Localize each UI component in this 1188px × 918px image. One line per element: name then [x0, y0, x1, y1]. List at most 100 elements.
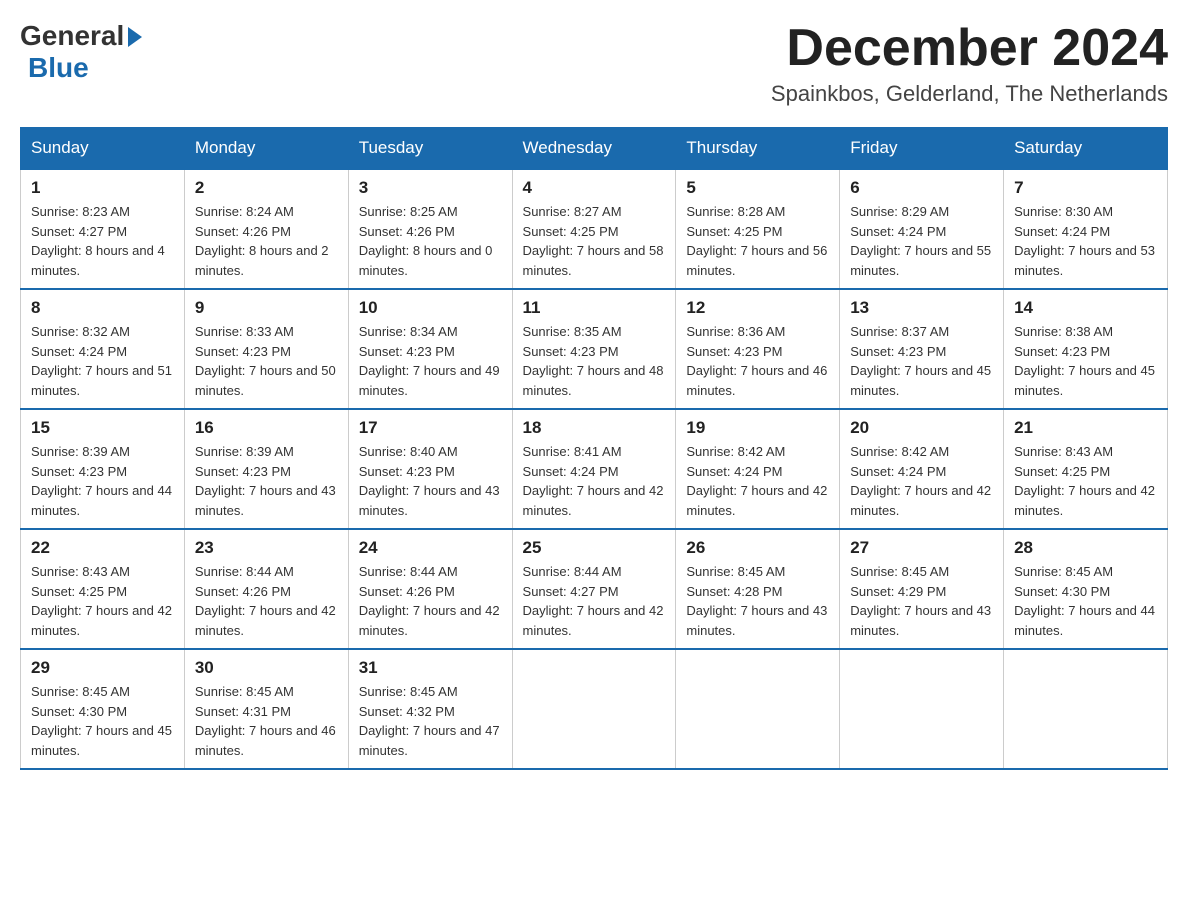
calendar-day-cell: 24 Sunrise: 8:44 AMSunset: 4:26 PMDaylig…: [348, 529, 512, 649]
day-info: Sunrise: 8:29 AMSunset: 4:24 PMDaylight:…: [850, 204, 991, 278]
calendar-day-cell: 5 Sunrise: 8:28 AMSunset: 4:25 PMDayligh…: [676, 169, 840, 289]
calendar-header-row: SundayMondayTuesdayWednesdayThursdayFrid…: [21, 128, 1168, 170]
calendar-day-cell: 14 Sunrise: 8:38 AMSunset: 4:23 PMDaylig…: [1004, 289, 1168, 409]
day-info: Sunrise: 8:45 AMSunset: 4:30 PMDaylight:…: [1014, 564, 1155, 638]
day-header-wednesday: Wednesday: [512, 128, 676, 170]
day-info: Sunrise: 8:36 AMSunset: 4:23 PMDaylight:…: [686, 324, 827, 398]
day-header-tuesday: Tuesday: [348, 128, 512, 170]
calendar-day-cell: 19 Sunrise: 8:42 AMSunset: 4:24 PMDaylig…: [676, 409, 840, 529]
calendar-week-row: 8 Sunrise: 8:32 AMSunset: 4:24 PMDayligh…: [21, 289, 1168, 409]
day-info: Sunrise: 8:40 AMSunset: 4:23 PMDaylight:…: [359, 444, 500, 518]
day-number: 19: [686, 418, 829, 438]
day-info: Sunrise: 8:23 AMSunset: 4:27 PMDaylight:…: [31, 204, 165, 278]
day-header-thursday: Thursday: [676, 128, 840, 170]
day-info: Sunrise: 8:41 AMSunset: 4:24 PMDaylight:…: [523, 444, 664, 518]
day-info: Sunrise: 8:42 AMSunset: 4:24 PMDaylight:…: [850, 444, 991, 518]
day-number: 31: [359, 658, 502, 678]
day-number: 8: [31, 298, 174, 318]
calendar-day-cell: 3 Sunrise: 8:25 AMSunset: 4:26 PMDayligh…: [348, 169, 512, 289]
calendar-empty-cell: [676, 649, 840, 769]
calendar-day-cell: 27 Sunrise: 8:45 AMSunset: 4:29 PMDaylig…: [840, 529, 1004, 649]
title-section: December 2024 Spainkbos, Gelderland, The…: [771, 20, 1168, 107]
day-number: 9: [195, 298, 338, 318]
day-number: 29: [31, 658, 174, 678]
day-number: 18: [523, 418, 666, 438]
calendar-day-cell: 2 Sunrise: 8:24 AMSunset: 4:26 PMDayligh…: [184, 169, 348, 289]
calendar-empty-cell: [512, 649, 676, 769]
day-info: Sunrise: 8:32 AMSunset: 4:24 PMDaylight:…: [31, 324, 172, 398]
day-info: Sunrise: 8:35 AMSunset: 4:23 PMDaylight:…: [523, 324, 664, 398]
day-info: Sunrise: 8:28 AMSunset: 4:25 PMDaylight:…: [686, 204, 827, 278]
day-number: 7: [1014, 178, 1157, 198]
day-info: Sunrise: 8:43 AMSunset: 4:25 PMDaylight:…: [31, 564, 172, 638]
calendar-day-cell: 25 Sunrise: 8:44 AMSunset: 4:27 PMDaylig…: [512, 529, 676, 649]
day-number: 4: [523, 178, 666, 198]
calendar-day-cell: 30 Sunrise: 8:45 AMSunset: 4:31 PMDaylig…: [184, 649, 348, 769]
day-info: Sunrise: 8:45 AMSunset: 4:30 PMDaylight:…: [31, 684, 172, 758]
calendar-day-cell: 22 Sunrise: 8:43 AMSunset: 4:25 PMDaylig…: [21, 529, 185, 649]
calendar-week-row: 22 Sunrise: 8:43 AMSunset: 4:25 PMDaylig…: [21, 529, 1168, 649]
calendar-week-row: 29 Sunrise: 8:45 AMSunset: 4:30 PMDaylig…: [21, 649, 1168, 769]
day-info: Sunrise: 8:43 AMSunset: 4:25 PMDaylight:…: [1014, 444, 1155, 518]
day-number: 11: [523, 298, 666, 318]
calendar-day-cell: 26 Sunrise: 8:45 AMSunset: 4:28 PMDaylig…: [676, 529, 840, 649]
page-header: General Blue December 2024 Spainkbos, Ge…: [20, 20, 1168, 107]
calendar-day-cell: 7 Sunrise: 8:30 AMSunset: 4:24 PMDayligh…: [1004, 169, 1168, 289]
logo-general-text: General: [20, 20, 124, 52]
day-info: Sunrise: 8:34 AMSunset: 4:23 PMDaylight:…: [359, 324, 500, 398]
day-info: Sunrise: 8:44 AMSunset: 4:26 PMDaylight:…: [195, 564, 336, 638]
day-info: Sunrise: 8:44 AMSunset: 4:26 PMDaylight:…: [359, 564, 500, 638]
day-number: 13: [850, 298, 993, 318]
day-header-monday: Monday: [184, 128, 348, 170]
day-info: Sunrise: 8:45 AMSunset: 4:31 PMDaylight:…: [195, 684, 336, 758]
calendar-day-cell: 23 Sunrise: 8:44 AMSunset: 4:26 PMDaylig…: [184, 529, 348, 649]
calendar-day-cell: 18 Sunrise: 8:41 AMSunset: 4:24 PMDaylig…: [512, 409, 676, 529]
calendar-empty-cell: [1004, 649, 1168, 769]
day-info: Sunrise: 8:39 AMSunset: 4:23 PMDaylight:…: [195, 444, 336, 518]
day-number: 22: [31, 538, 174, 558]
day-info: Sunrise: 8:45 AMSunset: 4:29 PMDaylight:…: [850, 564, 991, 638]
day-number: 14: [1014, 298, 1157, 318]
calendar-day-cell: 6 Sunrise: 8:29 AMSunset: 4:24 PMDayligh…: [840, 169, 1004, 289]
month-title: December 2024: [771, 20, 1168, 77]
day-info: Sunrise: 8:25 AMSunset: 4:26 PMDaylight:…: [359, 204, 493, 278]
calendar-day-cell: 4 Sunrise: 8:27 AMSunset: 4:25 PMDayligh…: [512, 169, 676, 289]
day-number: 6: [850, 178, 993, 198]
day-info: Sunrise: 8:45 AMSunset: 4:28 PMDaylight:…: [686, 564, 827, 638]
calendar-day-cell: 15 Sunrise: 8:39 AMSunset: 4:23 PMDaylig…: [21, 409, 185, 529]
day-info: Sunrise: 8:38 AMSunset: 4:23 PMDaylight:…: [1014, 324, 1155, 398]
calendar-week-row: 15 Sunrise: 8:39 AMSunset: 4:23 PMDaylig…: [21, 409, 1168, 529]
day-info: Sunrise: 8:27 AMSunset: 4:25 PMDaylight:…: [523, 204, 664, 278]
day-number: 25: [523, 538, 666, 558]
day-number: 5: [686, 178, 829, 198]
day-number: 15: [31, 418, 174, 438]
day-number: 12: [686, 298, 829, 318]
day-number: 3: [359, 178, 502, 198]
calendar-day-cell: 12 Sunrise: 8:36 AMSunset: 4:23 PMDaylig…: [676, 289, 840, 409]
day-number: 21: [1014, 418, 1157, 438]
calendar-day-cell: 1 Sunrise: 8:23 AMSunset: 4:27 PMDayligh…: [21, 169, 185, 289]
calendar-day-cell: 21 Sunrise: 8:43 AMSunset: 4:25 PMDaylig…: [1004, 409, 1168, 529]
day-info: Sunrise: 8:33 AMSunset: 4:23 PMDaylight:…: [195, 324, 336, 398]
day-header-sunday: Sunday: [21, 128, 185, 170]
calendar-day-cell: 8 Sunrise: 8:32 AMSunset: 4:24 PMDayligh…: [21, 289, 185, 409]
day-number: 23: [195, 538, 338, 558]
calendar-day-cell: 29 Sunrise: 8:45 AMSunset: 4:30 PMDaylig…: [21, 649, 185, 769]
day-info: Sunrise: 8:24 AMSunset: 4:26 PMDaylight:…: [195, 204, 329, 278]
logo-blue-text: Blue: [28, 52, 89, 84]
day-number: 30: [195, 658, 338, 678]
logo: General Blue: [20, 20, 142, 84]
day-number: 10: [359, 298, 502, 318]
day-header-saturday: Saturday: [1004, 128, 1168, 170]
day-info: Sunrise: 8:39 AMSunset: 4:23 PMDaylight:…: [31, 444, 172, 518]
calendar-day-cell: 10 Sunrise: 8:34 AMSunset: 4:23 PMDaylig…: [348, 289, 512, 409]
day-number: 2: [195, 178, 338, 198]
calendar-day-cell: 9 Sunrise: 8:33 AMSunset: 4:23 PMDayligh…: [184, 289, 348, 409]
location-text: Spainkbos, Gelderland, The Netherlands: [771, 81, 1168, 107]
calendar-day-cell: 28 Sunrise: 8:45 AMSunset: 4:30 PMDaylig…: [1004, 529, 1168, 649]
calendar-week-row: 1 Sunrise: 8:23 AMSunset: 4:27 PMDayligh…: [21, 169, 1168, 289]
calendar-day-cell: 20 Sunrise: 8:42 AMSunset: 4:24 PMDaylig…: [840, 409, 1004, 529]
day-number: 26: [686, 538, 829, 558]
day-header-friday: Friday: [840, 128, 1004, 170]
day-info: Sunrise: 8:37 AMSunset: 4:23 PMDaylight:…: [850, 324, 991, 398]
